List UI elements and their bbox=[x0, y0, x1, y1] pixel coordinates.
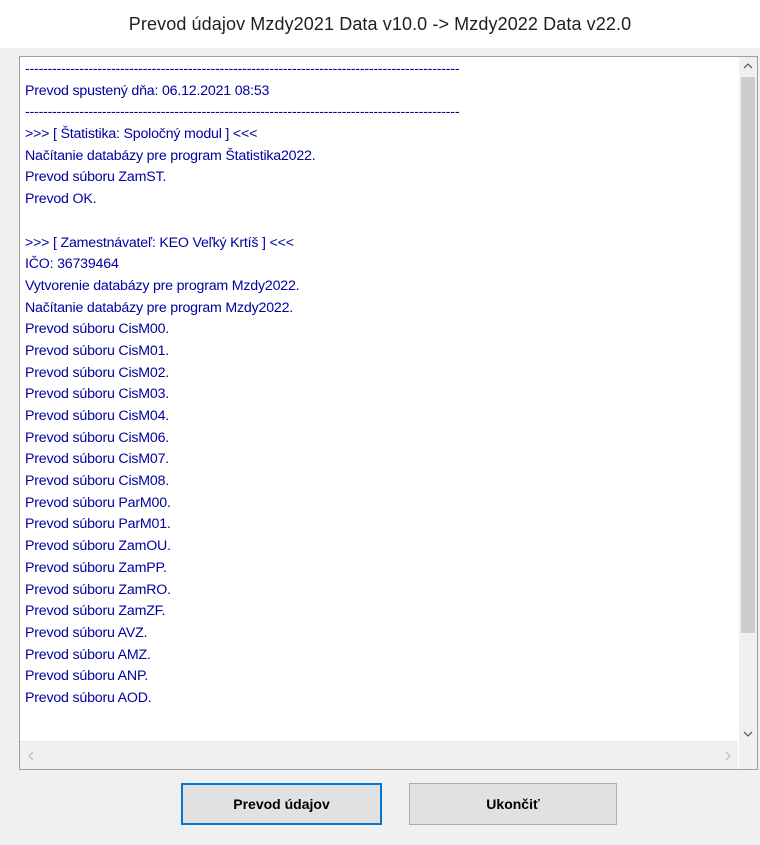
log-line: Prevod súboru AOD. bbox=[25, 689, 152, 706]
log-line: Prevod spustený dňa: 06.12.2021 08:53 bbox=[25, 82, 270, 99]
log-line: Prevod súboru CisM02. bbox=[25, 364, 170, 381]
log-lines: ----------------------------------------… bbox=[25, 59, 460, 710]
title-bar: Prevod údajov Mzdy2021 Data v10.0 -> Mzd… bbox=[0, 0, 760, 48]
log-line: Prevod súboru ZamOU. bbox=[25, 538, 171, 555]
log-line: Prevod súboru ParM01. bbox=[25, 516, 171, 533]
log-line: Prevod súboru ZamPP. bbox=[25, 559, 167, 576]
log-line: Prevod súboru ZamST. bbox=[25, 169, 167, 186]
close-button[interactable]: Ukončiť bbox=[409, 783, 617, 825]
convert-data-button[interactable]: Prevod údajov bbox=[181, 783, 382, 825]
log-line: Prevod súboru CisM06. bbox=[25, 429, 170, 446]
log-line: Prevod súboru ZamZF. bbox=[25, 603, 166, 620]
log-line: Načítanie databázy pre program Štatistik… bbox=[25, 147, 316, 164]
vertical-scrollbar[interactable] bbox=[739, 57, 757, 742]
window-title: Prevod údajov Mzdy2021 Data v10.0 -> Mzd… bbox=[128, 13, 632, 34]
log-line: Prevod súboru CisM08. bbox=[25, 473, 170, 490]
log-line: Prevod súboru CisM01. bbox=[25, 342, 170, 359]
log-line: Prevod súboru CisM07. bbox=[25, 451, 170, 468]
log-line: Prevod súboru ANP. bbox=[25, 668, 149, 685]
log-line: ----------------------------------------… bbox=[25, 61, 460, 77]
log-line: ----------------------------------------… bbox=[25, 104, 460, 121]
log-line: Načítanie databázy pre program Mzdy2022. bbox=[25, 299, 294, 316]
chevron-down-icon[interactable] bbox=[739, 725, 757, 742]
log-line: >>> [ Zamestnávateľ: KEO Veľký Krtíš ] <… bbox=[25, 234, 294, 251]
log-line: Prevod súboru CisM04. bbox=[25, 408, 170, 424]
horizontal-scrollbar[interactable] bbox=[20, 741, 738, 769]
chevron-left-icon[interactable] bbox=[22, 742, 39, 769]
scrollbar-corner bbox=[739, 742, 757, 769]
log-line: Vytvorenie databázy pre program Mzdy2022… bbox=[25, 277, 300, 294]
log-line: Prevod súboru CisM00. bbox=[25, 321, 170, 338]
chevron-up-icon[interactable] bbox=[739, 57, 757, 74]
log-panel: ----------------------------------------… bbox=[19, 56, 758, 770]
log-line: Prevod OK. bbox=[25, 191, 97, 208]
log-text-area[interactable]: ----------------------------------------… bbox=[20, 57, 738, 742]
chevron-right-icon[interactable] bbox=[719, 742, 736, 769]
log-line: Prevod súboru AMZ. bbox=[25, 646, 151, 663]
log-line: Prevod súboru AVZ. bbox=[25, 624, 148, 641]
log-line: IČO: 36739464 bbox=[25, 256, 119, 273]
log-line: >>> [ Štatistika: Spoločný modul ] <<< bbox=[25, 126, 258, 143]
log-line: Prevod súboru CisM03. bbox=[25, 386, 170, 403]
log-line: Prevod súboru ParM00. bbox=[25, 494, 171, 511]
log-line: Prevod súboru ZamRO. bbox=[25, 581, 171, 598]
vertical-scroll-thumb[interactable] bbox=[741, 77, 755, 633]
